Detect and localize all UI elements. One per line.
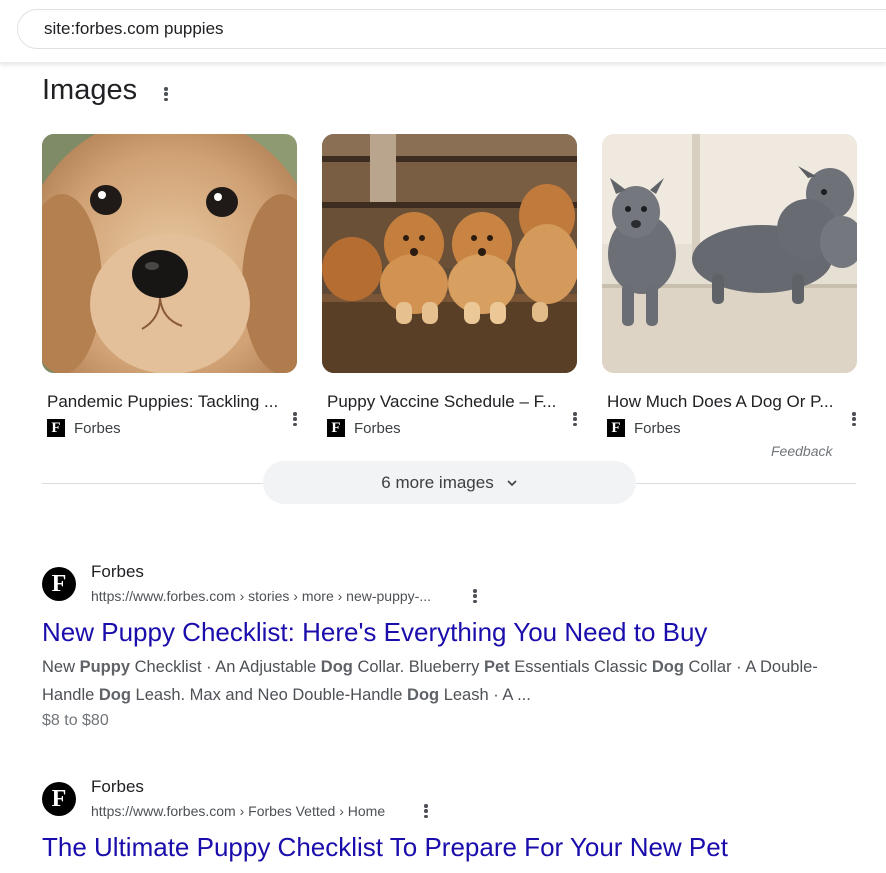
image-card-title[interactable]: How Much Does A Dog Or P... [607,392,852,412]
snippet-text: Leash · A ... [439,686,531,704]
feedback-link[interactable]: Feedback [771,443,832,459]
search-input[interactable]: site:forbes.com puppies [17,9,886,49]
result-url[interactable]: https://www.forbes.com › stories › more … [91,588,431,604]
snippet-highlight: Dog [320,658,353,676]
image-card-source[interactable]: F Forbes [327,419,401,437]
forbes-favicon-icon[interactable]: F [42,567,76,601]
search-header: site:forbes.com puppies [0,0,886,63]
result-url[interactable]: https://www.forbes.com › Forbes Vetted ›… [91,803,385,819]
result-options-icon[interactable] [423,804,429,818]
image-source-name: Forbes [74,419,121,437]
snippet-text: Leash. Max and Neo Double-Handle [130,686,408,704]
forbes-logo-icon: F [327,419,345,437]
snippet-text: Essentials Classic [509,658,652,676]
image-card-source[interactable]: F Forbes [47,419,121,437]
snippet-text: Collar. Blueberry [352,658,484,676]
result-title-link[interactable]: New Puppy Checklist: Here's Everything Y… [42,617,707,648]
search-result-1: F Forbes https://www.forbes.com › storie… [42,562,862,742]
image-card-options-icon[interactable] [572,412,578,426]
image-card-options-icon[interactable] [851,412,857,426]
search-result-2: F Forbes https://www.forbes.com › Forbes… [42,777,862,867]
result-price-range: $8 to $80 [42,712,109,729]
image-card-3[interactable]: How Much Does A Dog Or P... F Forbes [602,134,858,437]
result-site-name[interactable]: Forbes [91,777,144,797]
image-thumbnail[interactable] [322,134,577,373]
forbes-logo-icon: F [607,419,625,437]
result-site-name[interactable]: Forbes [91,562,144,582]
snippet-text: New [42,658,80,676]
divider-right [636,483,856,484]
more-images-label: 6 more images [381,472,494,492]
chevron-down-icon [507,479,517,486]
image-thumbnail[interactable] [602,134,857,373]
image-card-2[interactable]: Puppy Vaccine Schedule – F... F Forbes [322,134,578,437]
search-query-text: site:forbes.com puppies [44,19,224,38]
snippet-text: Checklist · An Adjustable [130,658,321,676]
snippet-highlight: Pet [484,658,510,676]
image-card-title[interactable]: Pandemic Puppies: Tackling ... [47,392,292,412]
more-images-button[interactable]: 6 more images [263,461,636,504]
snippet-highlight: Dog [98,686,131,704]
images-section-title: Images [42,74,138,106]
images-more-options-icon[interactable] [163,87,169,101]
forbes-favicon-icon[interactable]: F [42,782,76,816]
image-card-options-icon[interactable] [292,412,298,426]
image-source-name: Forbes [354,419,401,437]
result-title-link[interactable]: The Ultimate Puppy Checklist To Prepare … [42,832,728,863]
image-card-title[interactable]: Puppy Vaccine Schedule – F... [327,392,572,412]
divider-left [42,483,264,484]
image-source-name: Forbes [634,419,681,437]
image-card-source[interactable]: F Forbes [607,419,681,437]
result-options-icon[interactable] [472,589,478,603]
snippet-highlight: Puppy [79,658,131,676]
result-snippet: New Puppy Checklist · An Adjustable Dog … [42,653,832,709]
snippet-highlight: Dog [651,658,684,676]
image-thumbnail[interactable] [42,134,297,373]
forbes-logo-icon: F [47,419,65,437]
image-card-1[interactable]: Pandemic Puppies: Tackling ... F Forbes [42,134,298,437]
snippet-highlight: Dog [407,686,440,704]
